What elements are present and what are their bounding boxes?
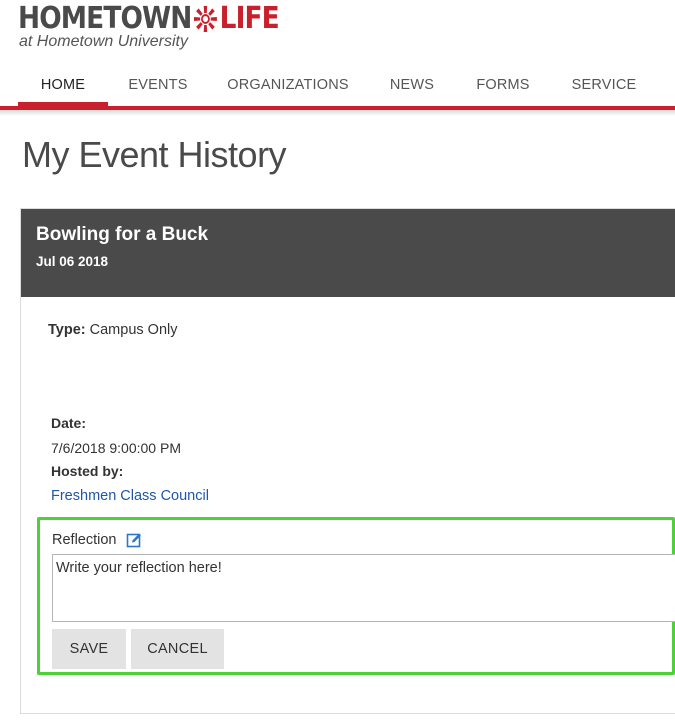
cancel-button[interactable]: CANCEL [131, 629, 224, 669]
event-host-link[interactable]: Freshmen Class Council [51, 488, 209, 504]
event-type-label: Type: [48, 322, 86, 338]
nav-organizations[interactable]: ORGANIZATIONS [222, 68, 354, 106]
event-card: Bowling for a Buck Jul 06 2018 Type: Cam… [20, 208, 675, 714]
edit-icon[interactable] [126, 532, 142, 548]
logo-word-hometown: HOMETOWN [18, 1, 192, 36]
starburst-icon [194, 6, 217, 32]
event-type-row: Type: Campus Only [48, 322, 177, 338]
event-card-header: Bowling for a Buck Jul 06 2018 [21, 209, 675, 297]
nav-events[interactable]: EVENTS [118, 68, 198, 106]
nav-home[interactable]: HOME [18, 68, 108, 106]
nav-service[interactable]: SERVICE [565, 68, 643, 106]
page-title: My Event History [22, 134, 287, 175]
event-type-value: Campus Only [89, 322, 178, 338]
nav-shadow [0, 110, 675, 116]
event-date-label: Date: [51, 415, 87, 431]
event-hosted-label: Hosted by: [51, 463, 124, 479]
reflection-label: Reflection [52, 532, 117, 548]
save-button[interactable]: SAVE [52, 629, 126, 669]
event-date-short: Jul 06 2018 [36, 254, 109, 269]
event-name: Bowling for a Buck [36, 224, 209, 245]
reflection-panel: Reflection SAVE CANCEL [37, 517, 675, 675]
reflection-label-row: Reflection [52, 532, 142, 548]
reflection-input[interactable] [52, 554, 675, 622]
logo-word-life: LIFE [219, 1, 280, 36]
site-logo[interactable]: HOMETOWN LIFE at Hometown University [18, 2, 314, 51]
nav-news[interactable]: NEWS [382, 68, 442, 106]
event-date-value: 7/6/2018 9:00:00 PM [51, 440, 181, 456]
nav-forms[interactable]: FORMS [470, 68, 536, 106]
